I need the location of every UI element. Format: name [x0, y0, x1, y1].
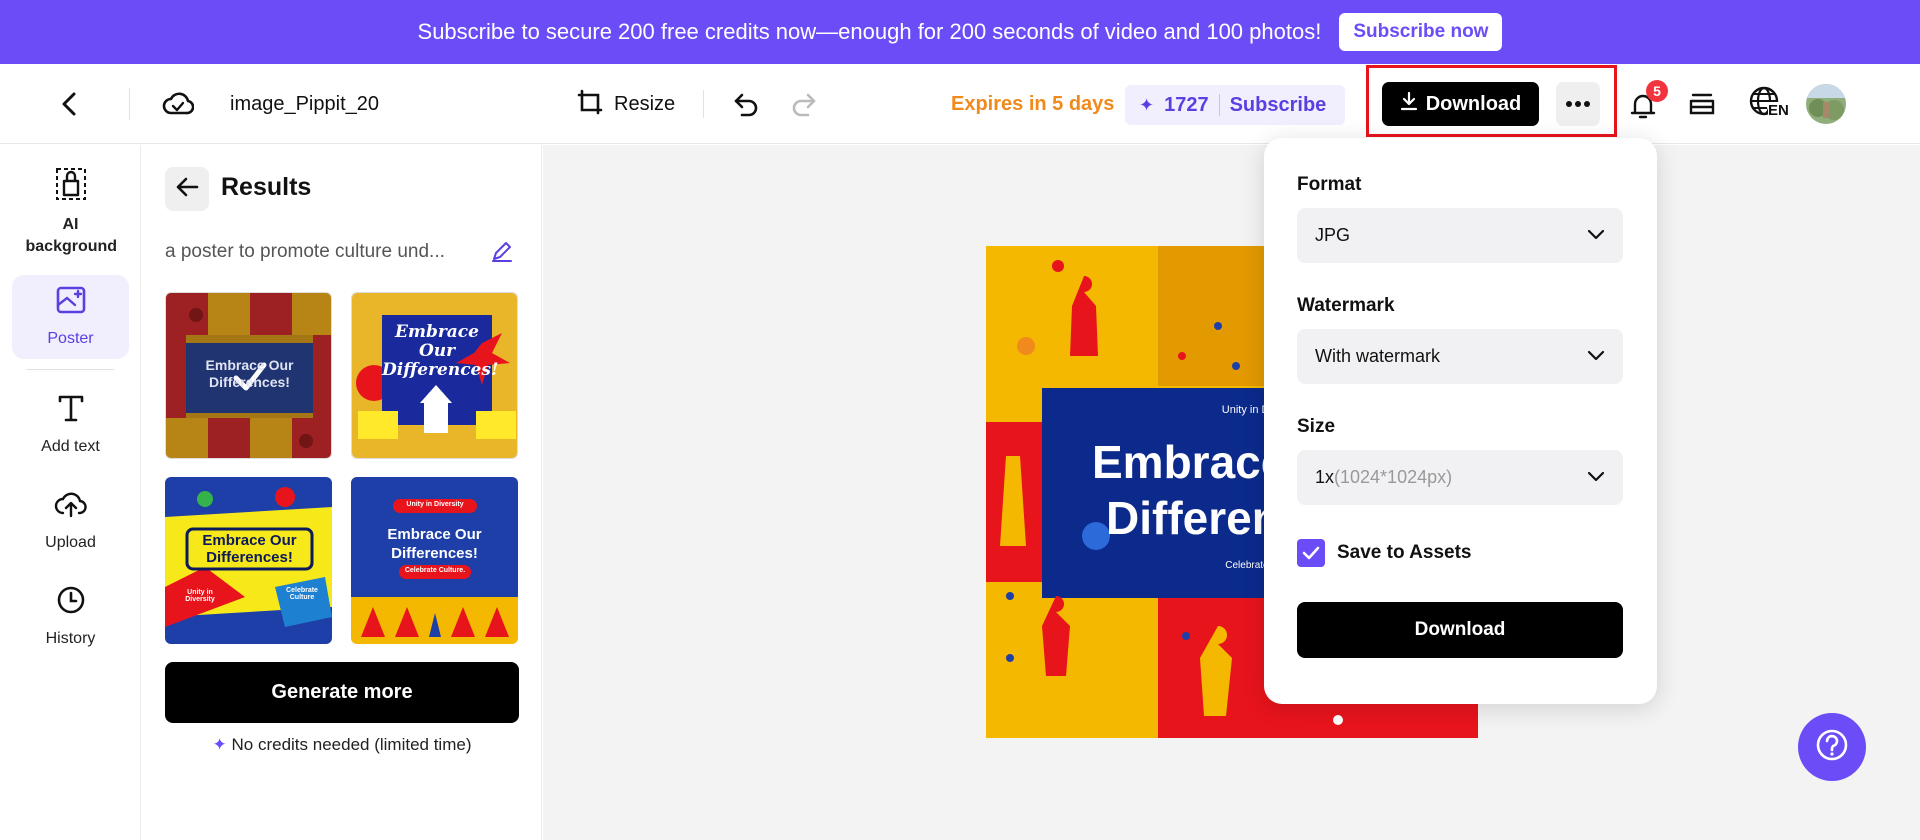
download-label: Download	[1425, 92, 1522, 115]
rail-item-label: Upload	[45, 534, 96, 551]
results-panel: Results a poster to promote culture und.…	[142, 145, 542, 840]
file-name[interactable]: image_Pippit_20	[230, 90, 379, 118]
watermark-label: Watermark	[1297, 295, 1395, 316]
subscribe-link[interactable]: Subscribe	[1230, 94, 1327, 117]
divider	[703, 90, 704, 118]
rail-item-upload[interactable]: Upload	[12, 489, 129, 559]
rail-item-ai-background[interactable]: AI background	[12, 167, 129, 255]
thumbnail-caption: Embrace Our Differences!	[387, 526, 482, 562]
upload-icon	[54, 489, 88, 526]
size-label: Size	[1297, 416, 1336, 437]
prompt-text: a poster to promote culture und...	[165, 241, 445, 262]
thumbnail-caption: Embrace Our Differences!	[205, 357, 294, 390]
watermark-select[interactable]: With watermark	[1297, 329, 1623, 384]
format-select[interactable]: JPG	[1297, 208, 1623, 263]
help-button[interactable]	[1798, 713, 1866, 781]
expires-label: Expires in 5 days	[951, 92, 1115, 115]
redo-icon[interactable]	[786, 86, 822, 122]
thumbnail-tag: Unity in Diversity	[185, 589, 215, 603]
cloud-sync-icon[interactable]	[160, 86, 196, 122]
download-icon	[1400, 91, 1418, 117]
resize-button[interactable]: Resize	[576, 88, 675, 120]
generate-more-button[interactable]: Generate more	[165, 662, 519, 723]
result-thumbnail[interactable]: Embrace Our Differences!	[165, 292, 332, 459]
save-to-assets-checkbox[interactable]	[1297, 539, 1325, 567]
credits-box[interactable]: ✦ 1727 Subscribe	[1125, 85, 1345, 125]
credits-note: ✦ No credits needed (limited time)	[212, 735, 472, 754]
promo-banner: Subscribe to secure 200 free credits now…	[0, 0, 1920, 64]
thumbnail-tag: Celebrate Culture.	[404, 567, 466, 574]
history-icon	[56, 585, 86, 622]
arrow-left-icon	[175, 176, 199, 203]
resize-icon	[576, 88, 604, 121]
notification-badge: 5	[1646, 80, 1668, 102]
download-button[interactable]: Download	[1382, 82, 1539, 126]
rail-item-label: Add text	[41, 438, 100, 455]
language-globe-icon[interactable]: EN	[1744, 82, 1792, 126]
divider	[1218, 94, 1220, 116]
divider	[26, 369, 114, 370]
thumbnail-tag: Celebrate Culture	[286, 587, 318, 601]
divider	[129, 88, 130, 120]
result-thumbnail[interactable]: Embrace Our Differences!	[351, 292, 518, 459]
results-back-button[interactable]	[165, 167, 209, 211]
size-select[interactable]: 1x(1024*1024px)	[1297, 450, 1623, 505]
help-question-icon	[1815, 728, 1849, 767]
size-value: 1x(1024*1024px)	[1315, 467, 1453, 487]
watermark-value: With watermark	[1315, 346, 1441, 366]
save-to-assets-option[interactable]: Save to Assets	[1297, 539, 1471, 567]
chevron-down-icon	[1587, 467, 1605, 488]
ai-background-icon	[55, 167, 87, 208]
edit-pencil-icon[interactable]	[490, 239, 514, 268]
user-avatar[interactable]	[1806, 84, 1846, 124]
thumbnail-caption: Embrace Our Differences!	[382, 322, 499, 380]
poster-headline: Embrace Differen	[1092, 436, 1287, 544]
poster-icon	[55, 285, 87, 322]
canvas-area: Unity in Diversit Embrace Differen Celeb…	[543, 145, 1920, 840]
subscribe-now-button[interactable]: Subscribe now	[1339, 13, 1503, 51]
back-arrow-icon[interactable]	[52, 86, 88, 122]
results-title: Results	[221, 173, 312, 201]
credit-count: 1727	[1164, 93, 1209, 116]
rail-item-label: AI background	[25, 216, 118, 255]
rail-item-history[interactable]: History	[12, 585, 129, 655]
chevron-down-icon	[1587, 225, 1605, 246]
format-value: JPG	[1315, 225, 1351, 245]
confirm-download-button[interactable]: Download	[1297, 602, 1623, 658]
chevron-down-icon	[1587, 346, 1605, 367]
format-label: Format	[1297, 174, 1362, 195]
layers-icon[interactable]	[1684, 86, 1720, 122]
tool-rail: AI background Poster Add text Upload His…	[0, 145, 141, 840]
more-options-icon[interactable]	[1556, 82, 1600, 126]
notification-bell-icon[interactable]: 5	[1622, 80, 1668, 126]
rail-item-poster[interactable]: Poster	[12, 275, 129, 359]
rail-item-label: Poster	[47, 329, 94, 347]
rail-item-add-text[interactable]: Add text	[12, 393, 129, 463]
thumbnail-tag: Unity in Diversity	[406, 501, 464, 508]
promo-banner-text: Subscribe to secure 200 free credits now…	[417, 19, 1322, 44]
rail-item-label: History	[45, 630, 96, 647]
text-icon	[57, 393, 85, 430]
sparkle-icon: ✦	[1139, 94, 1155, 115]
thumbnail-caption: Embrace Our Differences!	[202, 532, 297, 566]
undo-icon[interactable]	[728, 86, 764, 122]
language-code: EN	[1768, 102, 1789, 119]
result-thumbnail[interactable]: Unity in Diversity Embrace Our Difference…	[351, 477, 518, 644]
editor-toolbar: image_Pippit_20 Resize Expires in 5 days…	[0, 64, 1920, 144]
save-to-assets-label: Save to Assets	[1337, 542, 1472, 563]
result-thumbnail[interactable]: Embrace Our Differences! Unity in Diversi…	[165, 477, 332, 644]
download-options-menu: Format JPG Watermark With watermark Size…	[1264, 138, 1657, 704]
resize-label: Resize	[614, 92, 676, 115]
sparkle-icon: ✦	[212, 735, 227, 754]
